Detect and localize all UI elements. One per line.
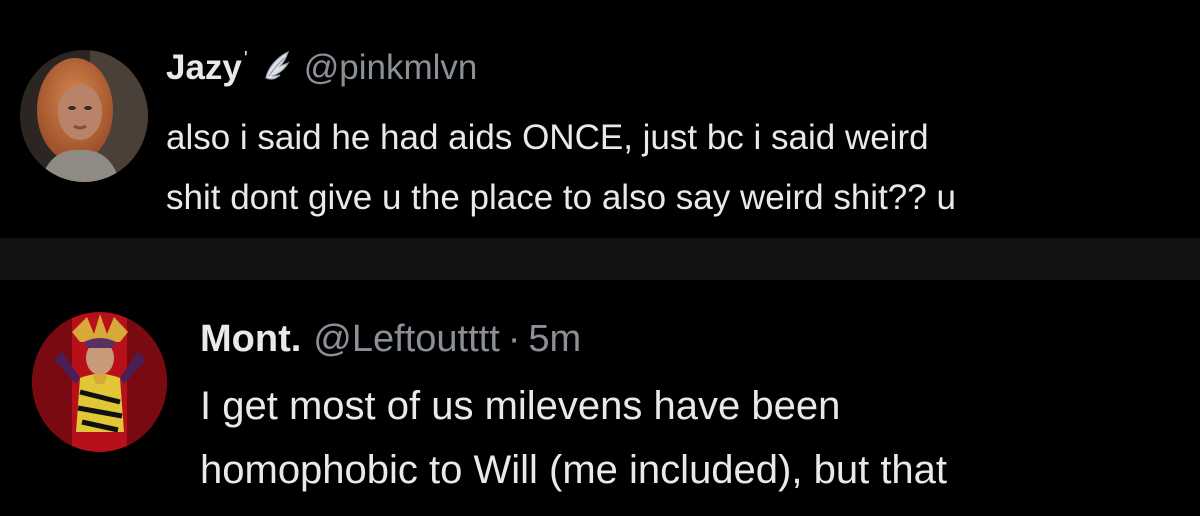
tweet-body: I get most of us milevens have been homo…	[200, 374, 947, 502]
meta-separator: ·	[507, 318, 521, 360]
display-name[interactable]: Jazy	[166, 48, 242, 88]
display-name[interactable]: Mont.	[200, 318, 301, 361]
tweet-header: Jazy ' @pinkmlvn	[166, 48, 477, 91]
tweet-timestamp[interactable]: 5m	[528, 318, 581, 361]
tweet-text-line: I get most of us milevens have been	[200, 384, 841, 428]
tweet-header: Mont. @Leftoutttt · 5m	[200, 318, 581, 361]
tweet-text-line: shit dont give u the place to also say w…	[166, 178, 956, 217]
tweet-text-line: also i said he had aids ONCE, just bc i …	[166, 118, 929, 157]
avatar[interactable]	[20, 50, 148, 182]
tweet-card[interactable]: Mont. @Leftoutttt · 5m I get most of us …	[0, 280, 1200, 516]
user-handle[interactable]: @Leftoutttt	[313, 318, 499, 361]
avatar[interactable]	[32, 312, 167, 452]
tweet-card[interactable]: Jazy ' @pinkmlvn also i said he had aids…	[0, 0, 1200, 238]
clipped-text-line	[166, 228, 956, 238]
tweet-body: also i said he had aids ONCE, just bc i …	[166, 108, 956, 238]
tweet-divider	[0, 238, 1200, 280]
name-badge: '	[243, 48, 248, 70]
angel-wing-icon	[262, 48, 292, 91]
tweet-text-line: homophobic to Will (me included), but th…	[200, 448, 948, 492]
user-handle[interactable]: @pinkmlvn	[304, 48, 478, 88]
